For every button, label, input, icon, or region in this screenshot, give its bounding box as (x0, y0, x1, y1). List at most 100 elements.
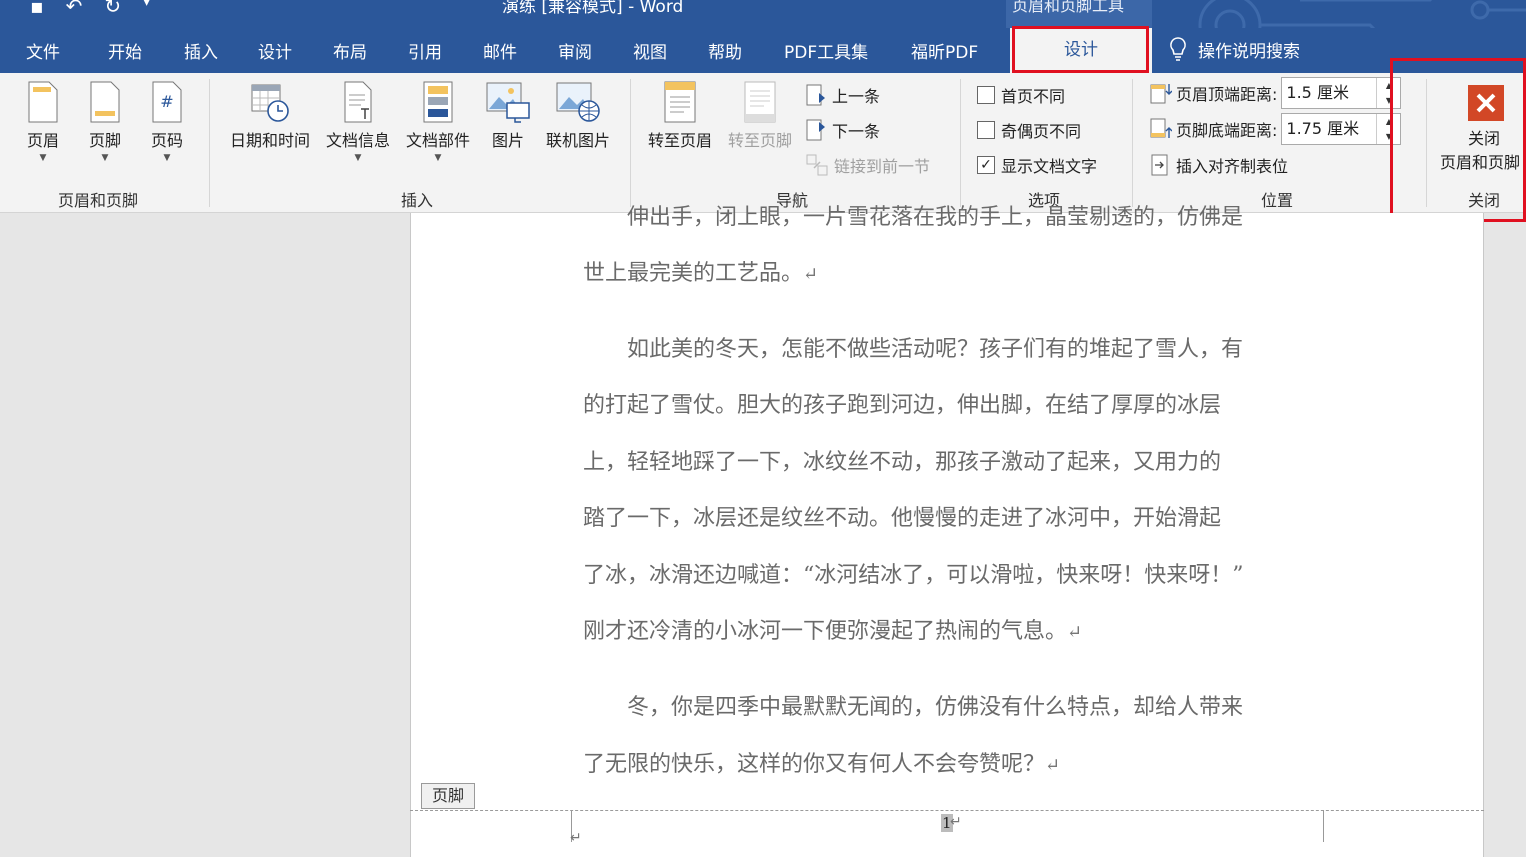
redo-icon[interactable]: ↻ (104, 0, 121, 18)
svg-text:#: # (160, 92, 173, 111)
tab-layout[interactable]: 布局 (333, 38, 367, 63)
footer-bottom-distance-spinner[interactable]: 1.75 厘米 ▲ ▼ (1281, 113, 1402, 145)
tab-review[interactable]: 审阅 (558, 38, 592, 63)
online-picture-icon (556, 82, 600, 122)
group-separator (209, 79, 210, 207)
document-title: 演练 [兼容模式] - Word (502, 0, 684, 17)
tab-mailings[interactable]: 邮件 (483, 38, 517, 63)
different-first-page-option[interactable]: 首页不同 (977, 83, 1065, 107)
tab-pdf-tools[interactable]: PDF工具集 (784, 38, 868, 63)
chevron-down-icon: ▼ (434, 153, 442, 163)
footer-button[interactable]: 页脚 ▼ (84, 81, 126, 163)
next-button[interactable]: 下一条 (806, 118, 880, 142)
document-line[interactable]: 伸出手，闭上眼，一片雪花落在我的手上，晶莹剔透的，仿佛是 (583, 190, 1328, 247)
footer-bottom-distance: 页脚底端距离: 1.75 厘米 ▲ ▼ (1150, 113, 1402, 145)
date-time-button[interactable]: 日期和时间 (224, 81, 316, 151)
header-position-icon (1150, 84, 1172, 104)
tab-foxit-pdf[interactable]: 福昕PDF (911, 38, 978, 63)
document-line[interactable]: 了冰，冰滑还边喊道：“冰河结冰了，可以滑啦，快来呀！快来呀！” (583, 548, 1328, 605)
spin-up-icon[interactable]: ▲ (1377, 114, 1400, 129)
show-document-text-checkbox[interactable]: ✓ (977, 156, 995, 174)
document-info-button[interactable]: 文档信息 ▼ (320, 81, 396, 163)
ribbon-tab-bar: 文件 开始 插入 设计 布局 引用 邮件 审阅 视图 帮助 PDF工具集 福昕P… (0, 28, 1526, 73)
margin-corner-left (540, 810, 572, 842)
group-label-close: 关闭 (1468, 191, 1501, 210)
tab-header-footer-design[interactable]: 设计 (1010, 28, 1152, 73)
header-top-distance-input[interactable]: 1.5 厘米 (1282, 78, 1376, 108)
paragraph-mark-icon: ↵ (950, 814, 962, 830)
footer-position-icon (1150, 118, 1172, 138)
group-separator (1132, 79, 1133, 207)
margin-corner-right (1323, 810, 1355, 842)
title-bar: ▪ ↶ ↻ ▾ 演练 [兼容模式] - Word 页眉和页脚工具 (0, 0, 1526, 28)
close-header-footer-button[interactable]: 关闭 页眉和页脚 (1440, 85, 1526, 173)
alignment-tab-icon (1151, 154, 1168, 176)
header-top-distance-spinner[interactable]: 1.5 厘米 ▲ ▼ (1281, 77, 1402, 109)
document-line[interactable]: 冬，你是四季中最默默无闻的，仿佛没有什么特点，却给人带来 (583, 680, 1328, 737)
different-odd-even-checkbox[interactable] (977, 121, 995, 139)
previous-section-icon (806, 84, 825, 106)
document-line[interactable]: 世上最完美的工艺品。↵ (583, 246, 1328, 304)
undo-icon[interactable]: ↶ (66, 0, 83, 18)
document-info-icon (344, 81, 372, 123)
tab-design[interactable]: 设计 (258, 38, 292, 63)
different-odd-even-option[interactable]: 奇偶页不同 (977, 118, 1081, 142)
chevron-down-icon: ▼ (163, 153, 171, 163)
close-icon (1468, 85, 1504, 121)
online-picture-button[interactable]: 联机图片 (540, 81, 616, 151)
group-separator (960, 79, 961, 207)
footer-bottom-distance-input[interactable]: 1.75 厘米 (1282, 114, 1376, 144)
tell-me-label: 操作说明搜索 (1198, 41, 1300, 62)
group-separator (1426, 79, 1427, 207)
document-line[interactable]: 如此美的冬天，怎能不做些活动呢？孩子们有的堆起了雪人，有 (583, 322, 1328, 379)
quick-parts-button[interactable]: 文档部件 ▼ (400, 81, 476, 163)
tab-file[interactable]: 文件 (26, 38, 60, 63)
link-to-previous-button[interactable]: 链接到前一节 (806, 153, 930, 177)
go-to-footer-button[interactable]: 转至页脚 (722, 81, 798, 151)
group-separator (630, 79, 631, 207)
document-line[interactable]: 上，轻轻地踩了一下，冰纹丝不动，那孩子激动了起来，又用力的 (583, 435, 1328, 492)
tell-me-search[interactable]: 操作说明搜索 (1168, 36, 1300, 62)
header-button[interactable]: 页眉 ▼ (22, 81, 64, 163)
group-label-insert: 插入 (401, 191, 434, 210)
tab-home[interactable]: 开始 (108, 38, 142, 63)
document-line[interactable]: 踏了一下，冰层还是纹丝不动。他慢慢的走进了冰河中，开始滑起 (583, 491, 1328, 548)
spin-down-icon[interactable]: ▼ (1377, 129, 1400, 144)
customize-qat-icon[interactable]: ▾ (143, 0, 150, 18)
tab-view[interactable]: 视图 (633, 38, 667, 63)
page-number-icon: # (152, 81, 182, 123)
tab-references[interactable]: 引用 (408, 38, 442, 63)
different-first-page-checkbox[interactable] (977, 86, 995, 104)
tab-help[interactable]: 帮助 (708, 38, 742, 63)
go-to-header-icon (664, 81, 696, 123)
page-number-button[interactable]: # 页码 ▼ (146, 81, 188, 163)
paragraph-mark-icon: ↵ (803, 264, 819, 285)
chevron-down-icon: ▼ (101, 153, 109, 163)
paragraph-mark-icon: ↵ (570, 830, 582, 846)
go-to-header-button[interactable]: 转至页眉 (642, 81, 718, 151)
save-icon[interactable]: ▪ (30, 0, 44, 18)
circuit-decoration (1198, 0, 1526, 28)
insert-alignment-tab-button[interactable]: 插入对齐制表位 (1150, 153, 1288, 177)
picture-icon (486, 82, 530, 123)
chevron-down-icon: ▼ (354, 153, 362, 163)
document-line[interactable]: 刚才还冷清的小冰河一下便弥漫起了热闹的气息。↵ (583, 604, 1328, 662)
tab-insert[interactable]: 插入 (184, 38, 218, 63)
lightbulb-icon (1170, 37, 1186, 61)
link-icon (806, 154, 828, 176)
spin-down-icon[interactable]: ▼ (1377, 93, 1400, 108)
spin-up-icon[interactable]: ▲ (1377, 78, 1400, 93)
go-to-footer-icon (744, 81, 776, 123)
group-label-header-footer: 页眉和页脚 (58, 191, 139, 210)
document-line[interactable]: 了无限的快乐，这样的你又有何人不会夸赞呢？↵ (583, 737, 1328, 795)
header-top-distance: 页眉顶端距离: 1.5 厘米 ▲ ▼ (1150, 77, 1402, 109)
quick-access-toolbar: ▪ ↶ ↻ ▾ (30, 0, 150, 18)
quick-parts-icon (423, 81, 453, 123)
picture-button[interactable]: 图片 (484, 81, 532, 151)
paragraph-mark-icon: ↵ (1067, 622, 1083, 643)
show-document-text-option[interactable]: ✓ 显示文档文字 (977, 153, 1097, 177)
header-icon (28, 81, 58, 123)
calendar-clock-icon (251, 84, 289, 122)
document-line[interactable]: 的打起了雪仗。胆大的孩子跑到河边，伸出脚，在结了厚厚的冰层 (583, 378, 1328, 435)
previous-button[interactable]: 上一条 (806, 83, 880, 107)
